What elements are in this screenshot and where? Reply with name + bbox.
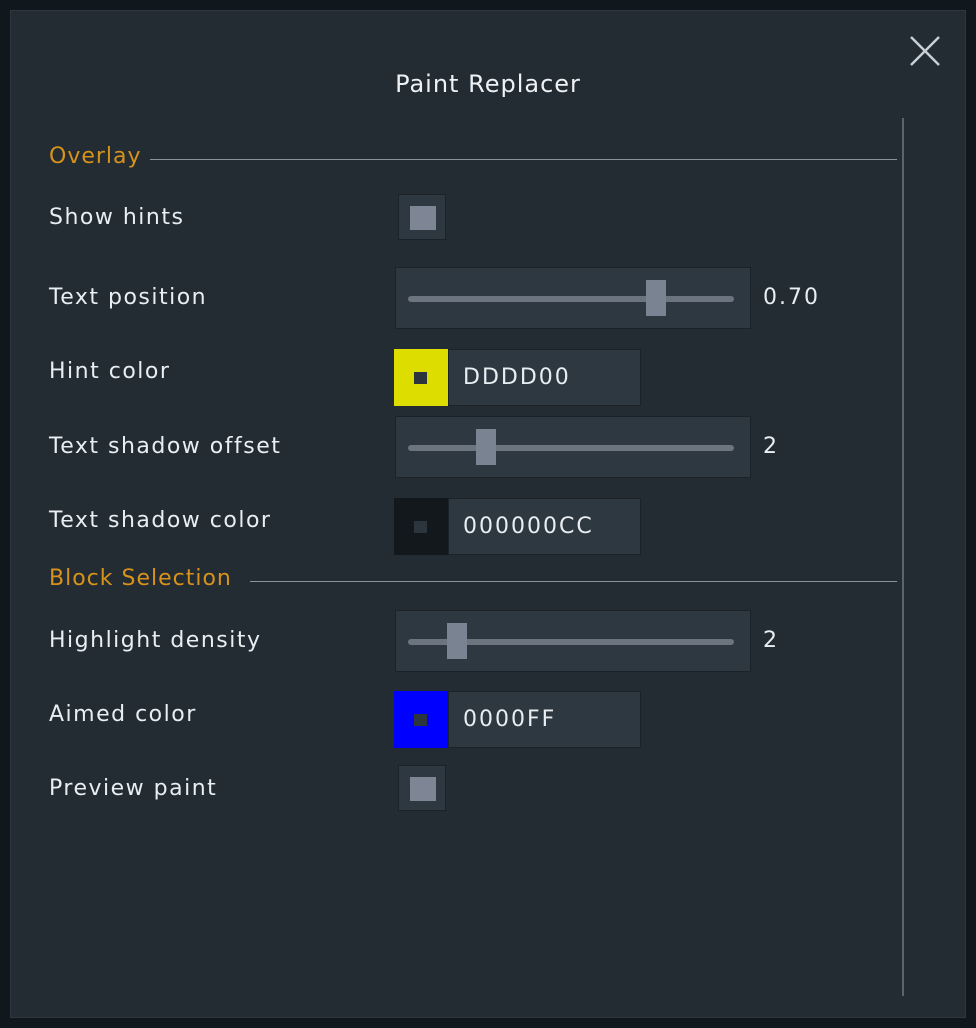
hint-color-hex-input[interactable]: DDDD00 (448, 349, 641, 406)
hint-color-picker: DDDD00 (394, 349, 641, 406)
highlight-density-label: Highlight density (49, 628, 262, 653)
section-header-overlay: Overlay (49, 144, 142, 169)
section-divider (250, 581, 897, 582)
aimed-color-label: Aimed color (49, 702, 197, 727)
aimed-color-swatch[interactable] (394, 691, 448, 748)
swatch-dot (414, 714, 427, 726)
highlight-density-slider[interactable] (395, 610, 751, 672)
swatch-dot (414, 372, 427, 384)
scrollbar[interactable] (902, 118, 904, 996)
highlight-density-value: 2 (763, 628, 779, 653)
text-shadow-offset-value: 2 (763, 434, 779, 459)
text-shadow-color-label: Text shadow color (49, 508, 272, 533)
hint-color-label: Hint color (49, 359, 171, 384)
text-shadow-color-swatch[interactable] (394, 498, 448, 555)
close-icon[interactable] (906, 32, 944, 70)
aimed-color-hex-input[interactable]: 0000FF (448, 691, 641, 748)
slider-thumb[interactable] (476, 429, 497, 465)
text-shadow-color-picker: 000000CC (394, 498, 641, 555)
slider-track (408, 445, 734, 451)
dialog-title: Paint Replacer (395, 70, 581, 98)
aimed-color-picker: 0000FF (394, 691, 641, 748)
section-divider (150, 159, 897, 160)
text-shadow-offset-label: Text shadow offset (49, 434, 282, 459)
slider-thumb[interactable] (645, 280, 666, 316)
text-shadow-offset-slider[interactable] (395, 416, 751, 478)
text-position-slider[interactable] (395, 267, 751, 329)
text-position-label: Text position (49, 285, 208, 310)
text-position-value: 0.70 (763, 285, 820, 310)
show-hints-label: Show hints (49, 205, 185, 230)
checkbox-mark (410, 777, 436, 801)
section-header-block-selection: Block Selection (49, 566, 232, 591)
slider-thumb[interactable] (446, 623, 467, 659)
text-shadow-color-hex-input[interactable]: 000000CC (448, 498, 641, 555)
swatch-dot (414, 521, 427, 533)
hint-color-swatch[interactable] (394, 349, 448, 406)
preview-paint-checkbox[interactable] (398, 765, 446, 811)
slider-track (408, 296, 734, 302)
checkbox-mark (410, 206, 436, 230)
show-hints-checkbox[interactable] (398, 194, 446, 240)
preview-paint-label: Preview paint (49, 776, 218, 801)
